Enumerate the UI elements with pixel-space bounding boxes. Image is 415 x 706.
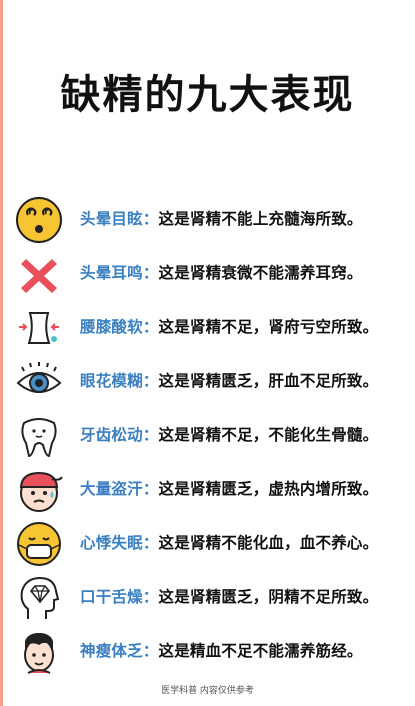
colon: ： [142, 210, 159, 228]
symptom-line: 神瘦体乏：这是精血不足不能濡养筋经。 [80, 639, 363, 661]
list-item: 头晕耳鸣：这是肾精衰微不能濡养耳窍。 [0, 247, 415, 301]
tooth-icon [14, 411, 64, 461]
symptom-line: 头晕耳鸣：这是肾精衰微不能濡养耳窍。 [80, 261, 363, 283]
symptom-line: 大量盗汗：这是肾精匮乏，虚热内增所致。 [80, 477, 378, 499]
head-diamond-icon [14, 573, 64, 623]
symptom-desc: 这是肾精匮乏，虚热内增所致。 [158, 480, 379, 498]
symptom-term: 眼花模糊 [80, 372, 143, 390]
symptom-desc: 这是肾精衰微不能濡养耳窍。 [158, 264, 363, 282]
symptom-term: 神瘦体乏 [80, 642, 143, 660]
man-face-icon [14, 627, 64, 677]
red-x-icon [14, 249, 64, 299]
colon: ： [142, 588, 159, 606]
colon: ： [142, 426, 159, 444]
symptom-line: 腰膝酸软：这是肾精不足，肾府亏空所致。 [80, 315, 378, 337]
list-item: 眼花模糊：这是肾精匮乏，肝血不足所致。 [0, 355, 415, 409]
symptom-line: 口干舌燥：这是肾精匮乏，阴精不足所致。 [80, 585, 378, 607]
list-item: 头晕目眩：这是肾精不能上充髓海所致。 [0, 193, 415, 247]
symptom-line: 牙齿松动：这是肾精不足，不能化生骨髓。 [80, 423, 378, 445]
symptom-desc: 这是肾精不能上充髓海所致。 [158, 210, 363, 228]
symptom-line: 眼花模糊：这是肾精匮乏，肝血不足所致。 [80, 369, 378, 391]
symptom-desc: 这是肾精不足，肾府亏空所致。 [158, 318, 379, 336]
colon: ： [142, 318, 159, 336]
list-item: 大量盗汗：这是肾精匮乏，虚热内增所致。 [0, 463, 415, 517]
symptom-desc: 这是肾精不能化血，血不养心。 [158, 534, 379, 552]
symptom-list: 头晕目眩：这是肾精不能上充髓海所致。 头晕耳鸣：这是肾精衰微不能濡养耳窍。 腰膝… [0, 193, 415, 679]
symptom-term: 牙齿松动 [80, 426, 143, 444]
symptom-desc: 这是肾精匮乏，阴精不足所致。 [158, 588, 379, 606]
colon: ： [142, 480, 159, 498]
list-item: 腰膝酸软：这是肾精不足，肾府亏空所致。 [0, 301, 415, 355]
symptom-desc: 这是肾精匮乏，肝血不足所致。 [158, 372, 379, 390]
sweating-boy-icon [14, 465, 64, 515]
symptom-desc: 这是肾精不足，不能化生骨髓。 [158, 426, 379, 444]
list-item: 口干舌燥：这是肾精匮乏，阴精不足所致。 [0, 571, 415, 625]
waist-icon [14, 303, 64, 353]
list-item: 心悸失眠：这是肾精不能化血，血不养心。 [0, 517, 415, 571]
symptom-term: 大量盗汗 [80, 480, 143, 498]
colon: ： [142, 264, 159, 282]
symptom-desc: 这是精血不足不能濡养筋经。 [158, 642, 363, 660]
colon: ： [142, 534, 159, 552]
symptom-line: 头晕目眩：这是肾精不能上充髓海所致。 [80, 207, 363, 229]
colon: ： [142, 372, 159, 390]
list-item: 牙齿松动：这是肾精不足，不能化生骨髓。 [0, 409, 415, 463]
colon: ： [142, 642, 159, 660]
symptom-term: 腰膝酸软 [80, 318, 143, 336]
list-item: 神瘦体乏：这是精血不足不能濡养筋经。 [0, 625, 415, 679]
masked-face-icon [14, 519, 64, 569]
footer-note: 医学科普 内容仅供参考 [161, 686, 254, 696]
dizzy-face-icon [14, 195, 64, 245]
eye-icon [14, 357, 64, 407]
page-title: 缺精的九大表现 [60, 72, 355, 118]
symptom-term: 头晕目眩 [80, 210, 143, 228]
symptom-term: 心悸失眠 [80, 534, 143, 552]
symptom-line: 心悸失眠：这是肾精不能化血，血不养心。 [80, 531, 378, 553]
symptom-term: 头晕耳鸣 [80, 264, 143, 282]
symptom-term: 口干舌燥 [80, 588, 143, 606]
